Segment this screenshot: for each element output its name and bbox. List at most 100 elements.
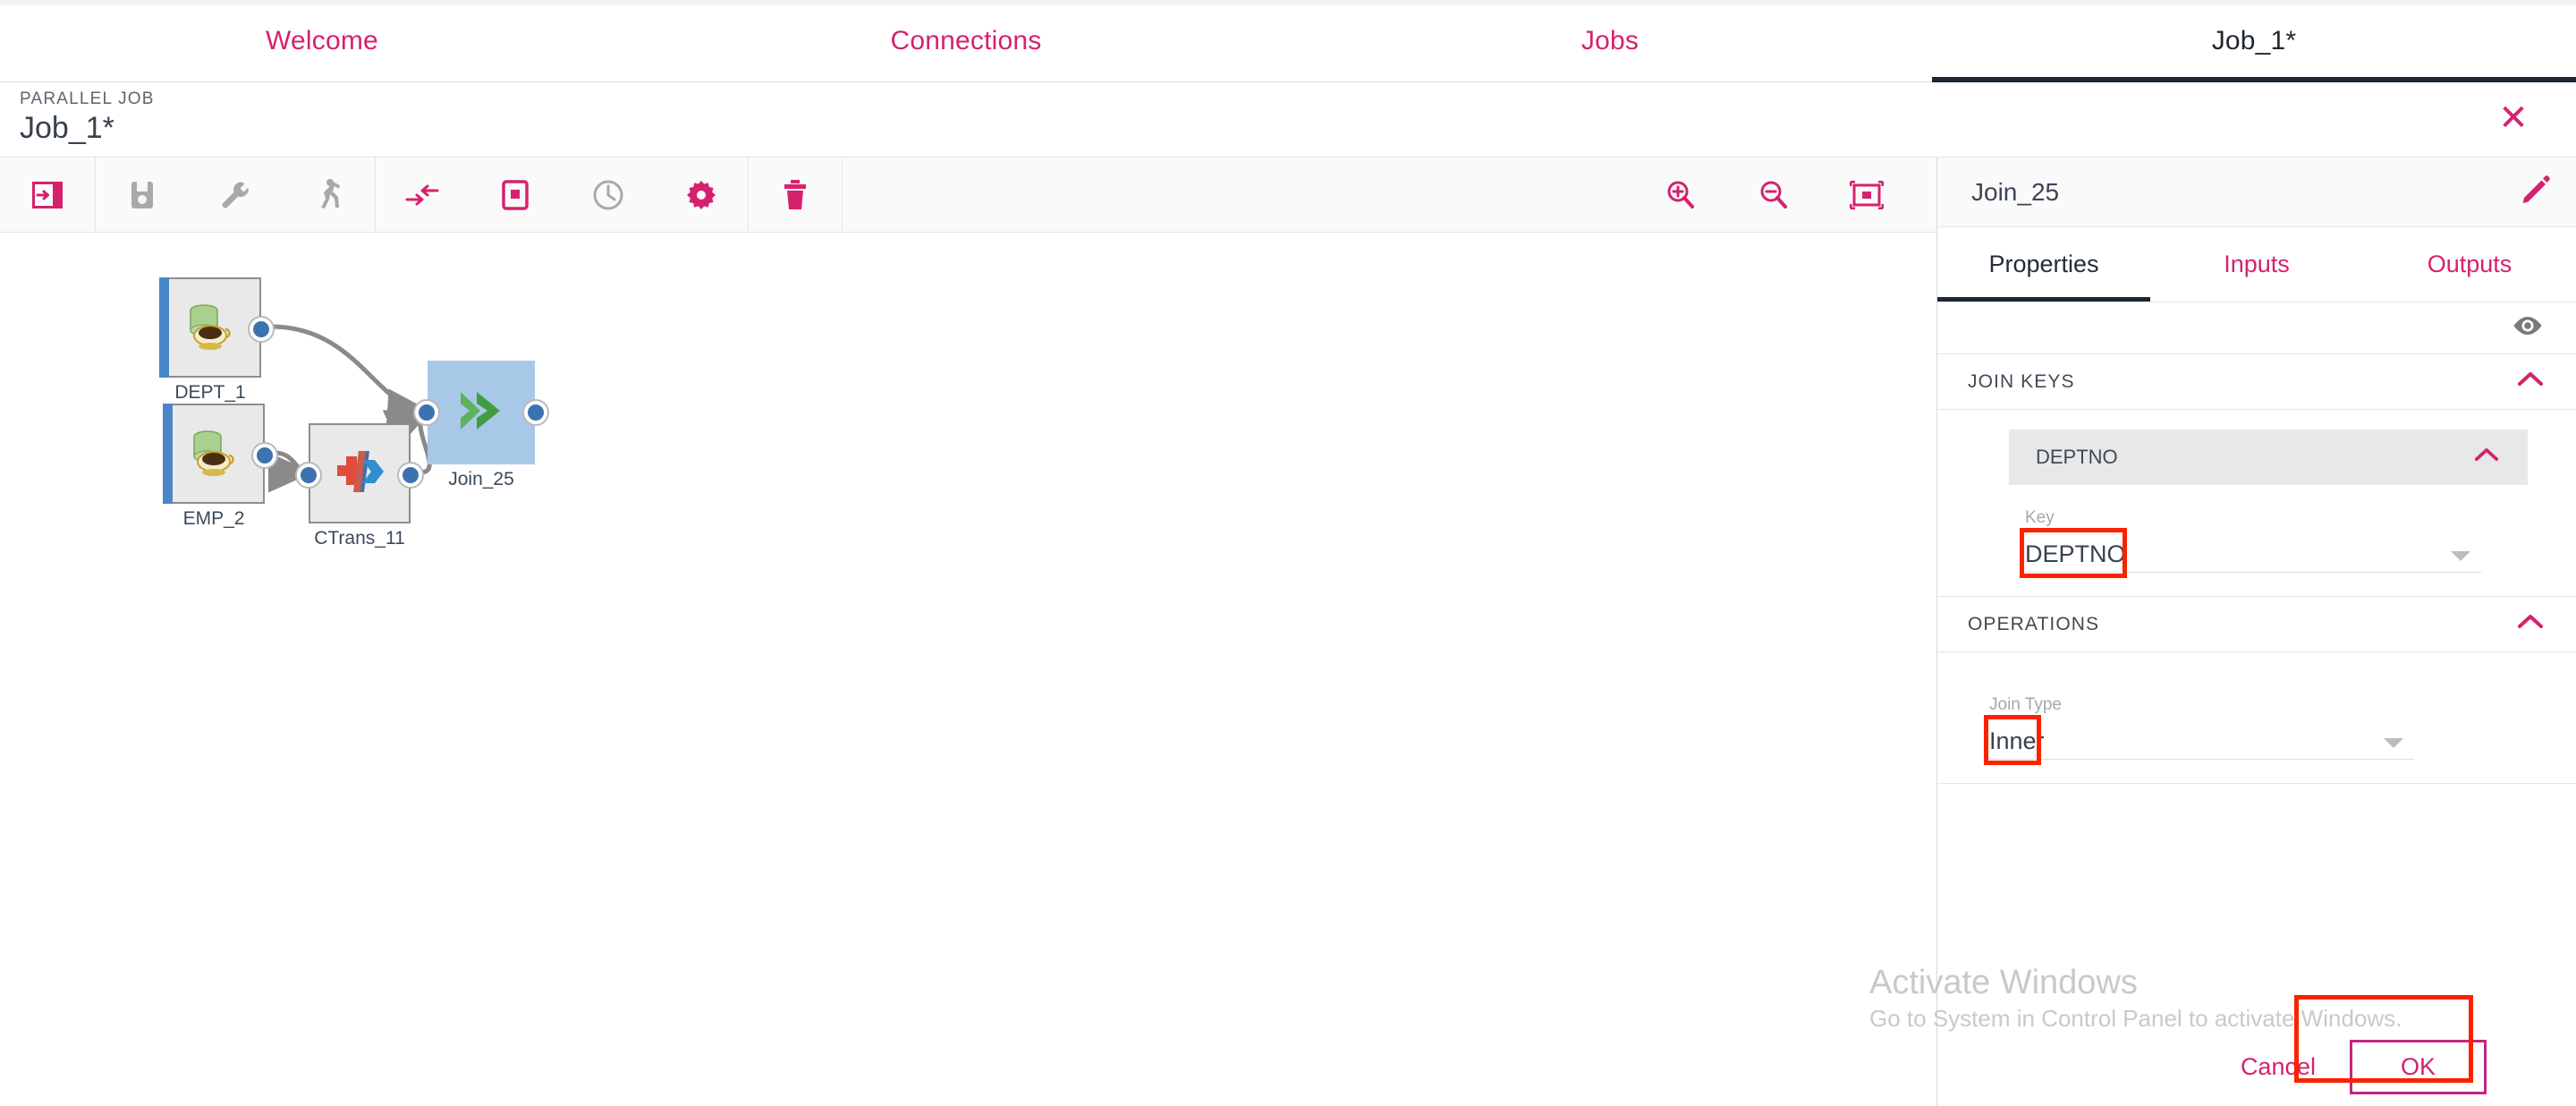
node-box[interactable]	[415, 361, 547, 464]
view-log-button[interactable]	[469, 157, 562, 233]
save-icon	[130, 180, 155, 210]
node-box[interactable]	[297, 423, 422, 523]
node-input-port[interactable]	[415, 401, 438, 424]
join-key-accordion-label: DEPTNO	[2036, 446, 2118, 468]
join-key-value: DEPTNO	[2025, 540, 2126, 567]
chevron-up-icon	[2474, 446, 2499, 469]
tab-inputs[interactable]: Inputs	[2150, 227, 2363, 302]
panel-tabs: Properties Inputs Outputs	[1937, 227, 2576, 302]
tab-outputs[interactable]: Outputs	[2363, 227, 2576, 302]
join-key-select[interactable]: DEPTNO	[2025, 532, 2481, 573]
section-body-operations: Join Type Inner	[1937, 652, 2576, 784]
node-label: Join_25	[448, 469, 514, 489]
wrench-icon	[219, 179, 251, 211]
node-output-port[interactable]	[253, 444, 276, 467]
canvas-node-emp-2[interactable]: EMP_2	[163, 404, 276, 530]
zoom-in-button[interactable]	[1634, 157, 1727, 233]
section-header-join-keys[interactable]: JOIN KEYS	[1937, 354, 2576, 410]
node-label: CTrans_11	[314, 528, 405, 549]
fit-to-screen-button[interactable]	[1820, 157, 1913, 233]
tab-job-1-label: Job_1*	[2211, 25, 2297, 55]
preview-row	[1937, 302, 2576, 354]
run-icon	[315, 178, 342, 212]
canvas-node-join-25[interactable]: Join_25	[415, 361, 547, 490]
panel-footer: Cancel OK	[1936, 1027, 2576, 1106]
tab-jobs[interactable]: Jobs	[1288, 0, 1932, 82]
settings-button[interactable]	[655, 157, 748, 233]
section-title-join-keys: JOIN KEYS	[1968, 370, 2075, 392]
node-input-port[interactable]	[297, 464, 320, 487]
pencil-icon[interactable]	[2521, 174, 2551, 209]
fit-to-screen-icon	[1850, 180, 1884, 209]
tab-connections[interactable]: Connections	[644, 0, 1288, 82]
job-type-kicker: PARALLEL JOB	[20, 89, 155, 108]
link-dept1-join25	[270, 324, 432, 430]
toolbar-group-file	[96, 157, 376, 232]
database-connector-icon	[181, 300, 238, 356]
clock-icon	[592, 179, 624, 211]
trash-icon	[783, 179, 808, 211]
ok-button[interactable]: OK	[2349, 1039, 2487, 1094]
node-output-port[interactable]	[250, 318, 273, 341]
panel-stage-name: Join_25	[1971, 177, 2060, 206]
transformer-icon	[332, 446, 387, 502]
join-key-accordion-deptno[interactable]: DEPTNO	[2009, 430, 2528, 485]
node-box[interactable]	[163, 404, 276, 504]
close-icon[interactable]: ✕	[2490, 95, 2537, 141]
chevron-up-icon	[2517, 613, 2544, 636]
tab-connections-label: Connections	[890, 25, 1042, 55]
top-tab-strip: Welcome Connections Jobs Job_1*	[0, 0, 2576, 82]
job-toolbar	[0, 157, 1936, 233]
schedule-button[interactable]	[562, 157, 655, 233]
zoom-out-icon	[1758, 179, 1790, 211]
node-output-port[interactable]	[524, 401, 547, 424]
tab-properties[interactable]: Properties	[1937, 227, 2150, 302]
panel-header: Join_25	[1937, 157, 2576, 227]
zoom-in-icon	[1665, 179, 1697, 211]
join-type-field: Join Type Inner	[1984, 695, 2544, 765]
tab-inputs-label: Inputs	[2224, 251, 2290, 277]
canvas-links	[267, 324, 432, 493]
toolbar-group-delete	[749, 157, 843, 232]
show-palette-button[interactable]	[0, 157, 95, 233]
delete-button[interactable]	[749, 157, 842, 233]
join-arrow-icon	[452, 387, 511, 439]
page-title: Job_1*	[20, 111, 114, 145]
tab-welcome-label: Welcome	[266, 25, 378, 55]
node-box[interactable]	[159, 277, 273, 378]
run-button[interactable]	[282, 157, 375, 233]
section-title-operations: OPERATIONS	[1968, 613, 2100, 634]
section-header-operations[interactable]: OPERATIONS	[1937, 597, 2576, 652]
join-key-label: Key	[2025, 508, 2055, 527]
compile-button[interactable]	[189, 157, 282, 233]
join-key-field: Key DEPTNO	[2020, 508, 2544, 578]
tab-welcome[interactable]: Welcome	[0, 0, 644, 82]
merge-arrows-icon	[405, 183, 439, 207]
tab-jobs-label: Jobs	[1580, 25, 1640, 55]
chevron-down-icon	[2451, 551, 2470, 561]
toolbar-group-tools	[376, 157, 749, 232]
chevron-down-icon	[2384, 738, 2403, 748]
join-type-select[interactable]: Inner	[1989, 719, 2414, 760]
cancel-button[interactable]: Cancel	[2221, 1044, 2335, 1090]
node-label: DEPT_1	[174, 382, 246, 403]
job-canvas[interactable]: DEPT_1 EMP_2 CTrans_11 Join_25	[0, 233, 1936, 1106]
canvas-node-dept-1[interactable]: DEPT_1	[159, 277, 273, 404]
zoom-out-button[interactable]	[1727, 157, 1820, 233]
tab-job-1[interactable]: Job_1*	[1932, 0, 2576, 82]
window-icon	[502, 179, 529, 210]
canvas-node-ctrans-11[interactable]: CTrans_11	[297, 423, 422, 549]
chevron-up-icon	[2517, 370, 2544, 394]
job-header: PARALLEL JOB Job_1* ✕	[0, 82, 2576, 157]
show-palette-icon	[32, 181, 63, 208]
join-type-label: Join Type	[1989, 695, 2062, 714]
tab-properties-label: Properties	[1988, 251, 2099, 277]
gear-icon	[686, 180, 716, 210]
toolbar-group-palette	[0, 157, 96, 232]
join-type-value: Inner	[1989, 727, 2045, 754]
save-button[interactable]	[96, 157, 189, 233]
datastage-designer-window: Welcome Connections Jobs Job_1* PARALLEL…	[0, 0, 2576, 1106]
arrange-button[interactable]	[376, 157, 469, 233]
eye-icon[interactable]	[2512, 315, 2544, 341]
node-output-port[interactable]	[399, 464, 422, 487]
